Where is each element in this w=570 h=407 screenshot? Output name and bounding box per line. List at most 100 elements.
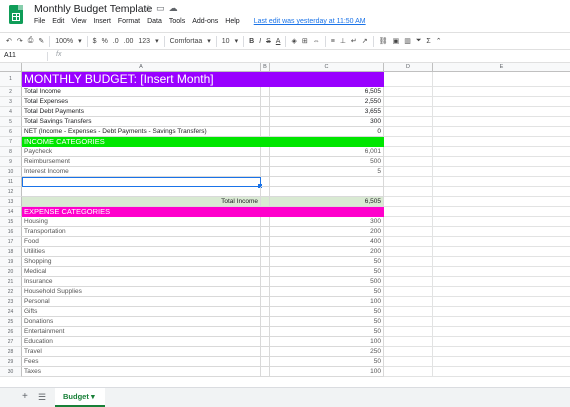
cell-empty[interactable] (384, 107, 433, 117)
cell-value[interactable]: 300 (270, 117, 384, 127)
row-number[interactable]: 3 (0, 97, 22, 107)
cell-empty[interactable] (261, 97, 270, 107)
row-number[interactable]: 7 (0, 137, 22, 147)
text-wrap-icon[interactable]: ↵ (351, 37, 357, 45)
cell-empty[interactable] (261, 87, 270, 97)
menu-view[interactable]: View (71, 18, 86, 25)
menu-format[interactable]: Format (118, 18, 140, 25)
cloud-status-icon[interactable]: ☁ (169, 3, 182, 13)
cell-empty[interactable] (261, 287, 270, 297)
cell-label[interactable]: Total Savings Transfers (22, 117, 261, 127)
name-box[interactable]: A11 (4, 52, 16, 59)
text-rotation-icon[interactable]: ↗ (362, 37, 368, 45)
row-number[interactable]: 9 (0, 157, 22, 167)
cell-empty[interactable] (384, 257, 433, 267)
cell-value[interactable]: 300 (270, 217, 384, 227)
cell-value[interactable]: 100 (270, 297, 384, 307)
cell-empty[interactable] (433, 307, 570, 317)
italic-button[interactable]: I (259, 38, 261, 45)
cell-empty[interactable] (384, 177, 433, 187)
cell-empty[interactable] (433, 187, 570, 197)
row-number[interactable]: 12 (0, 187, 22, 197)
text-color-button[interactable]: A (276, 38, 281, 45)
cell-empty[interactable] (384, 72, 433, 87)
cell-label[interactable]: Education (22, 337, 261, 347)
row-number[interactable]: 23 (0, 297, 22, 307)
row-number[interactable]: 16 (0, 227, 22, 237)
cell-label[interactable]: Donations (22, 317, 261, 327)
cell-label[interactable]: Shopping (22, 257, 261, 267)
cell-empty[interactable] (433, 357, 570, 367)
fill-color-icon[interactable]: ◈ (291, 37, 296, 45)
cell-label[interactable]: Housing (22, 217, 261, 227)
cell-label[interactable]: NET (Income - Expenses - Debt Payments -… (22, 127, 261, 137)
cell-label[interactable]: Travel (22, 347, 261, 357)
more-formats-select[interactable]: 123 (138, 38, 150, 45)
cell-value[interactable]: 400 (270, 237, 384, 247)
cell-empty[interactable] (433, 247, 570, 257)
cell-empty[interactable] (261, 327, 270, 337)
cell-empty[interactable] (433, 317, 570, 327)
cell-empty[interactable] (384, 117, 433, 127)
cell-label[interactable]: Paycheck (22, 147, 261, 157)
sheet-tab-budget[interactable]: Budget ▾ (55, 388, 105, 407)
row-number[interactable]: 10 (0, 167, 22, 177)
cell-empty[interactable] (384, 267, 433, 277)
cell-label[interactable] (22, 187, 261, 197)
cell-empty[interactable] (384, 307, 433, 317)
cell-empty[interactable] (384, 327, 433, 337)
cell-empty[interactable] (261, 277, 270, 287)
cell-empty[interactable] (384, 297, 433, 307)
cell-value[interactable]: 500 (270, 277, 384, 287)
cell-empty[interactable] (384, 137, 433, 147)
row-number[interactable]: 4 (0, 107, 22, 117)
column-header-a[interactable]: A (22, 63, 261, 72)
cell-empty[interactable] (261, 177, 270, 187)
add-sheet-icon[interactable]: + (22, 391, 28, 402)
cell-label[interactable]: MONTHLY BUDGET: [Insert Month] (22, 72, 261, 87)
cell-empty[interactable] (384, 97, 433, 107)
cell-empty[interactable] (384, 197, 433, 207)
column-header-d[interactable]: D (384, 63, 433, 72)
move-folder-icon[interactable]: ▭ (156, 3, 169, 13)
undo-icon[interactable]: ↶ (6, 37, 12, 45)
row-number[interactable]: 14 (0, 207, 22, 217)
cell-empty[interactable] (384, 287, 433, 297)
cell-empty[interactable] (433, 117, 570, 127)
functions-icon[interactable]: Σ (426, 38, 430, 45)
row-number[interactable]: 17 (0, 237, 22, 247)
sheet-grid[interactable]: A B C D E 1 MONTHLY BUDGET: [Insert Month… (0, 63, 570, 387)
insert-chart-icon[interactable]: ▥ (404, 37, 411, 45)
cell-label[interactable]: Utilities (22, 247, 261, 257)
cell-value[interactable] (270, 187, 384, 197)
cell-empty[interactable] (384, 127, 433, 137)
cell-empty[interactable] (384, 247, 433, 257)
row-number[interactable]: 26 (0, 327, 22, 337)
cell-empty[interactable] (261, 197, 270, 207)
cell-empty[interactable] (433, 137, 570, 147)
zoom-select[interactable]: 100% (55, 38, 73, 45)
cell-empty[interactable] (384, 87, 433, 97)
cell-value[interactable]: 2,550 (270, 97, 384, 107)
cell-value[interactable] (270, 177, 384, 187)
column-header-e[interactable]: E (433, 63, 570, 72)
cell-empty[interactable] (261, 117, 270, 127)
cell-label[interactable]: Taxes (22, 367, 261, 377)
row-number[interactable]: 13 (0, 197, 22, 207)
column-header-c[interactable]: C (270, 63, 384, 72)
menu-edit[interactable]: Edit (52, 18, 64, 25)
cell-label[interactable]: Household Supplies (22, 287, 261, 297)
cell-label[interactable]: Food (22, 237, 261, 247)
cell-empty[interactable] (261, 217, 270, 227)
column-header-b[interactable]: B (261, 63, 270, 72)
menu-file[interactable]: File (34, 18, 45, 25)
cell-empty[interactable] (384, 317, 433, 327)
cell-empty[interactable] (433, 197, 570, 207)
cell-empty[interactable] (384, 157, 433, 167)
cell-value[interactable]: 200 (270, 247, 384, 257)
cell-empty[interactable] (384, 347, 433, 357)
menu-addons[interactable]: Add-ons (192, 18, 218, 25)
cell-value[interactable]: 50 (270, 317, 384, 327)
star-icon[interactable]: ☆ (144, 3, 156, 13)
cell-empty[interactable] (433, 167, 570, 177)
